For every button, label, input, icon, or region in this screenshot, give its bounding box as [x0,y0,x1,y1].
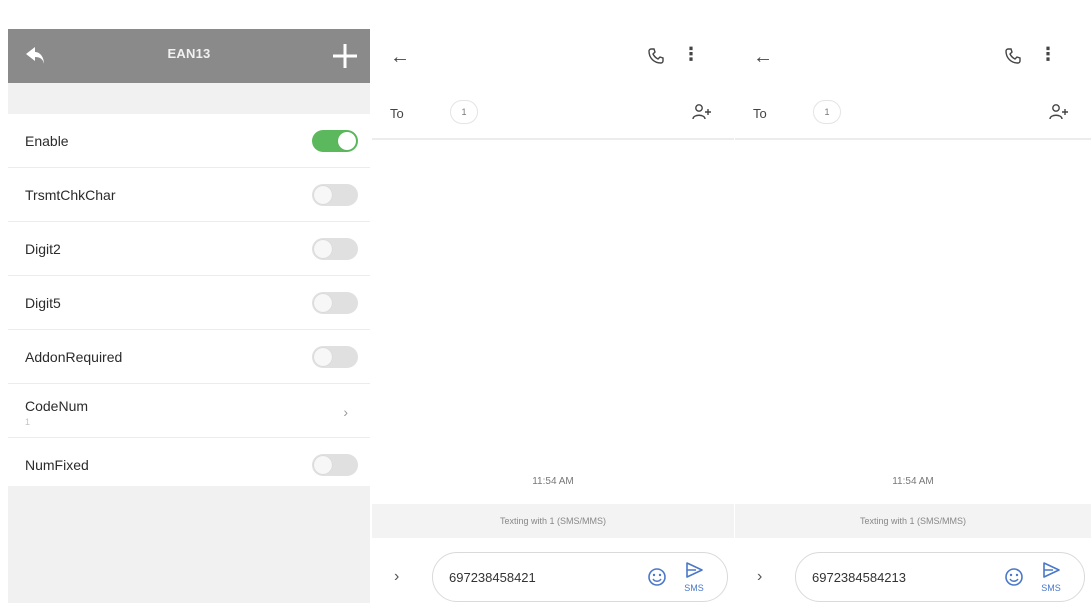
more-vert-icon[interactable]: ⋮ [1039,44,1057,65]
settings-row-label: AddonRequired [25,349,123,365]
settings-row-label: TrsmtChkChar [25,187,116,203]
emoji-icon[interactable] [1004,567,1024,587]
header-divider [372,138,734,140]
settings-row-value: 1 [25,417,31,427]
settings-row-digit2[interactable]: Digit2 [8,222,370,276]
send-sms-label: SMS [684,583,704,593]
add-person-icon[interactable] [692,103,712,121]
send-sms-label: SMS [1041,583,1061,593]
message-timestamp: 11:54 AM [892,476,934,487]
message-pane-1: ← ⋮ To 1 11:54 AM Texting with 1 (SMS/MM… [372,0,734,603]
to-label: To [390,106,404,121]
phone-icon[interactable] [1005,48,1021,64]
toggle-knob [314,240,332,258]
message-pane-2: ← ⋮ To 1 11:54 AM Texting with 1 (SMS/MM… [735,0,1091,603]
settings-row-label: Enable [25,133,69,149]
emoji-icon[interactable] [647,567,667,587]
back-arrow-icon[interactable]: ← [390,46,410,69]
settings-list: Enable TrsmtChkChar Digit2 Digit5 AddonRequi… [8,114,370,492]
toggle-knob [314,294,332,312]
toggle-switch[interactable] [312,346,358,368]
chevron-right-icon[interactable]: › [394,568,399,586]
settings-toolbar: EAN13 [8,29,370,83]
message-timestamp: 11:54 AM [532,476,574,487]
settings-row-enable[interactable]: Enable [8,114,370,168]
send-icon [686,562,703,578]
send-button[interactable]: SMS [1036,560,1066,596]
settings-row-addonrequired[interactable]: AddonRequired [8,330,370,384]
settings-row-trsmtchkchar[interactable]: TrsmtChkChar [8,168,370,222]
settings-row-label: Digit2 [25,241,61,257]
toggle-switch[interactable] [312,184,358,206]
recipient-chip[interactable]: 1 [450,100,478,124]
settings-row-label: CodeNum [25,398,89,414]
settings-row-digit5[interactable]: Digit5 [8,276,370,330]
toggle-switch[interactable] [312,454,358,476]
settings-row-label: NumFixed [25,457,89,473]
compose-text[interactable]: 6972384584213 [812,570,906,585]
page-title: EAN13 [167,46,211,61]
settings-row-numfixed[interactable]: NumFixed [8,438,370,492]
settings-row-codenum[interactable]: CodeNum 1 › [8,384,370,438]
plus-icon[interactable] [330,41,360,71]
more-vert-icon[interactable]: ⋮ [682,44,700,65]
settings-footer-area [8,486,370,603]
compose-field[interactable]: 6972384584213 SMS [795,552,1085,602]
phone-icon[interactable] [648,48,664,64]
toggle-switch[interactable] [312,238,358,260]
toggle-switch[interactable] [312,130,358,152]
ean13-settings-panel: EAN13 Enable TrsmtChkChar Digit2 Digit5 Addo… [8,0,370,603]
section-spacer [8,83,370,114]
compose-field[interactable]: 697238458421 SMS [432,552,728,602]
send-button[interactable]: SMS [679,560,709,596]
header-divider [735,138,1091,140]
texting-banner: Texting with 1 (SMS/MMS) [735,504,1091,538]
toggle-knob [314,456,332,474]
back-arrow-icon[interactable]: ← [753,46,773,69]
recipient-chip[interactable]: 1 [813,100,841,124]
compose-text[interactable]: 697238458421 [449,570,536,585]
toggle-switch[interactable] [312,292,358,314]
toggle-knob [314,348,332,366]
settings-row-label: Digit5 [25,295,61,311]
add-person-icon[interactable] [1049,103,1069,121]
toggle-knob [338,132,356,150]
chevron-right-icon[interactable]: › [757,568,762,586]
texting-banner: Texting with 1 (SMS/MMS) [372,504,734,538]
toggle-knob [314,186,332,204]
to-label: To [753,106,767,121]
send-icon [1043,562,1060,578]
chevron-right-icon: › [343,404,348,420]
